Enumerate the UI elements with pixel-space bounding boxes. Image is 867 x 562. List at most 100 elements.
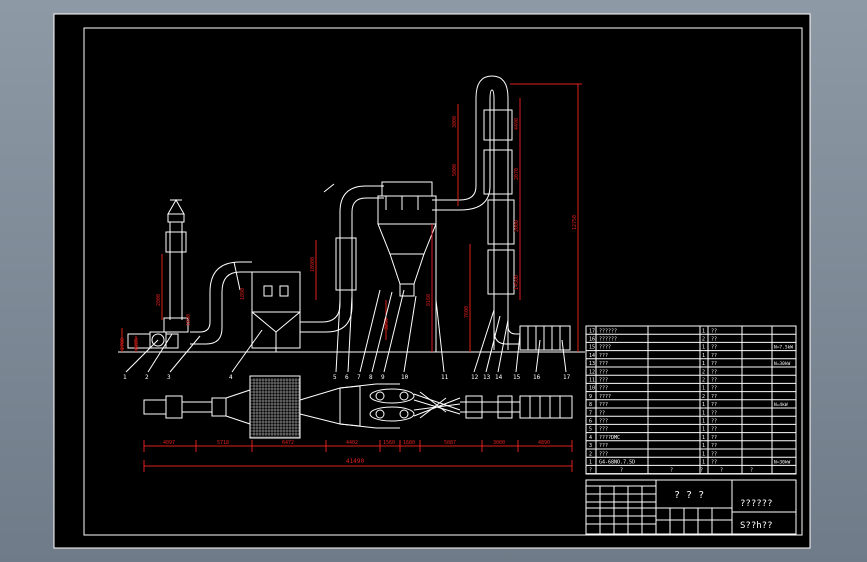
bom-row-name: ????: [599, 345, 611, 351]
bom-row-material: ??: [711, 443, 717, 449]
bom-row-material: ??: [711, 410, 717, 416]
bom-row-name: ???: [599, 378, 608, 384]
bom-row-material: ??: [711, 328, 717, 334]
bom-row-no: 1: [589, 460, 592, 466]
bom-header-cell: ?: [750, 468, 753, 474]
bom-row-material: ??: [711, 353, 717, 359]
bom-row-no: 7: [589, 410, 592, 416]
bom-row-material: ??: [711, 427, 717, 433]
bom-row-material: ??: [711, 378, 717, 384]
bom-row-material: ??: [711, 337, 717, 343]
segment-dim-label: 5718: [217, 440, 229, 446]
bom-row-qty: 1: [702, 451, 705, 457]
bom-row-no: 13: [589, 361, 595, 367]
bom-row-material: ??: [711, 451, 717, 457]
bom-row-no: 17: [589, 328, 595, 334]
bom-row-no: 5: [589, 427, 592, 433]
bom-row-name: ????DMC: [599, 435, 620, 441]
segment-dim-label: 4402: [346, 440, 358, 446]
bom-row-qty: 1: [702, 410, 705, 416]
bom-row-material: ??: [711, 394, 717, 400]
bom-row-no: 14: [589, 353, 595, 359]
bom-row-name: ???: [599, 353, 608, 359]
bom-row-qty: 1: [702, 460, 705, 466]
bom-row-name: ??????: [599, 328, 617, 334]
callout-number: 3: [167, 374, 171, 381]
dim-label: 3000: [452, 116, 458, 128]
callout-number: 4: [229, 374, 233, 381]
bom-row-qty: 1: [702, 443, 705, 449]
bom-row-material: ??: [711, 402, 717, 408]
bom-row-material: ??: [711, 460, 717, 466]
bom-row-no: 15: [589, 345, 595, 351]
dim-label: 4490: [514, 118, 520, 130]
bom-header-cell: ?: [589, 468, 592, 474]
callout-number: 10: [401, 374, 409, 381]
callout-number: 11: [441, 374, 449, 381]
bom-row-material: ??: [711, 419, 717, 425]
title-sub1: ??????: [740, 499, 773, 509]
segment-dim-label: 4890: [538, 440, 550, 446]
bom-header-cell: ?: [700, 468, 703, 474]
bom-row-qty: 1: [702, 386, 705, 392]
bom-header-cell: ?: [620, 468, 623, 474]
bom-row-no: 8: [589, 402, 592, 408]
dim-label: 2000: [514, 220, 520, 232]
callout-number: 1: [123, 374, 127, 381]
callout-number: 15: [513, 374, 521, 381]
bom-row-name: ???: [599, 443, 608, 449]
bom-row-no: 6: [589, 419, 592, 425]
bom-row-no: 10: [589, 386, 595, 392]
bom-row-material: ??: [711, 369, 717, 375]
bom-row-no: 4: [589, 435, 592, 441]
callout-number: 9: [381, 374, 385, 381]
dim-label: 1890: [240, 288, 246, 300]
bom-row-name: ??: [599, 410, 605, 416]
bom-row-qty: 1: [702, 353, 705, 359]
bom-row-name: ???: [599, 369, 608, 375]
segment-dim-label: 3000: [493, 440, 505, 446]
bom-row-qty: 1: [702, 402, 705, 408]
segment-dim-label: 5087: [444, 440, 456, 446]
bom-row-name: ???: [599, 386, 608, 392]
callout-number: 17: [563, 374, 571, 381]
title-sub2: S??h??: [740, 521, 773, 531]
dim-label: 2800: [156, 294, 162, 306]
bom-row-name: ??????: [599, 337, 617, 343]
bom-row-name: ???: [599, 402, 608, 408]
overall-length-label: 41490: [346, 458, 364, 465]
bom-note: N=30kW: [774, 460, 791, 466]
bom-row-name: ???: [599, 361, 608, 367]
bom-note: N=7.5kW: [774, 345, 793, 351]
bom-row-name: ???: [599, 427, 608, 433]
callout-number: 5: [333, 374, 337, 381]
segment-dim-label: 1680: [403, 440, 415, 446]
bom-row-qty: 2: [702, 394, 705, 400]
bom-row-qty: 1: [702, 361, 705, 367]
dim-label: 2070: [514, 168, 520, 180]
bom-row-no: 3: [589, 443, 592, 449]
dim-label: 2285: [134, 338, 140, 350]
callout-number: 7: [357, 374, 361, 381]
bom-row-no: 12: [589, 369, 595, 375]
dim-label: 1890: [186, 314, 192, 326]
bom-row-material: ??: [711, 386, 717, 392]
bom-note: N=4kW: [774, 402, 788, 408]
dim-label: 2700: [120, 338, 126, 350]
bom-row-name: ????: [599, 394, 611, 400]
bom-row-no: 11: [589, 378, 595, 384]
segment-dim-label: 1560: [383, 440, 395, 446]
bom-row-qty: 2: [702, 378, 705, 384]
bom-note: N=30kW: [774, 361, 791, 367]
bom-row-name: G4-68NO.7.5D: [599, 460, 635, 466]
cad-viewport: 2700 2285 2800 1890 1890 10900 8160 3250…: [0, 0, 867, 562]
callout-number: 6: [345, 374, 349, 381]
bom-row-name: ???: [599, 451, 608, 457]
bom-row-no: 2: [589, 451, 592, 457]
dim-label: 10900: [310, 257, 316, 272]
bom-row-qty: 1: [702, 419, 705, 425]
dim-label: 5000: [452, 164, 458, 176]
bom-header-cell: ?: [720, 468, 723, 474]
bom-row-qty: 2: [702, 369, 705, 375]
bom-row-qty: 2: [702, 337, 705, 343]
